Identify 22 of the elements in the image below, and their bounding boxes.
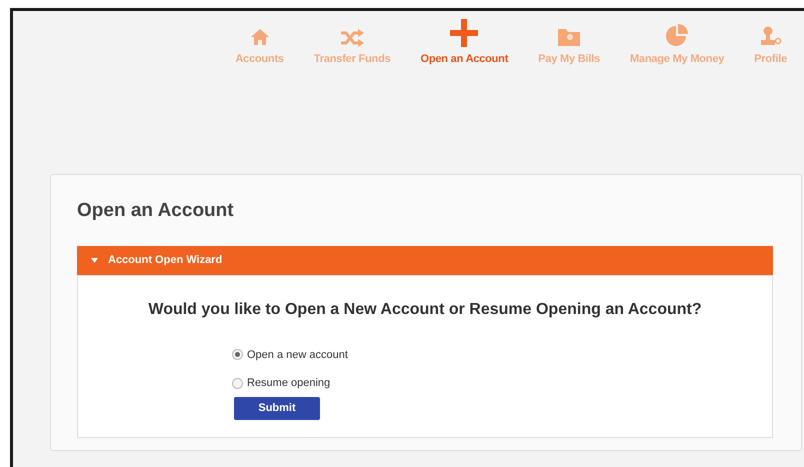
question-text: Would you like to Open a New Account or Resume Opening an Account?	[147, 300, 703, 320]
nav-tab[interactable]: Open an Account	[406, 17, 524, 67]
caret-down-icon	[91, 258, 98, 262]
nav-tab[interactable]: Profile	[739, 17, 802, 67]
nav-tab[interactable]: Pay My Bills	[523, 17, 615, 67]
person-icon	[760, 24, 782, 46]
radio-button[interactable]	[232, 349, 243, 360]
radio-option[interactable]: Resume opening	[232, 375, 772, 392]
wizard-header[interactable]: Account Open Wizard	[77, 246, 773, 274]
pie-chart-icon	[665, 22, 690, 46]
plus-icon	[450, 18, 478, 46]
shuffle-icon	[340, 28, 364, 46]
nav-tab[interactable]: Transfer Funds	[298, 17, 406, 67]
nav-tab[interactable]: Accounts	[220, 17, 299, 67]
nav-tab[interactable]: Manage My Money	[614, 17, 740, 67]
panel-title: Open an Account	[77, 199, 235, 223]
wizard-title: Account Open Wizard	[108, 252, 222, 268]
house-icon	[250, 26, 270, 46]
radio-option[interactable]: Open a new account	[232, 346, 772, 363]
folder-icon	[557, 26, 582, 46]
submit-button[interactable]: Submit	[234, 396, 320, 420]
radio-button[interactable]	[232, 378, 243, 389]
